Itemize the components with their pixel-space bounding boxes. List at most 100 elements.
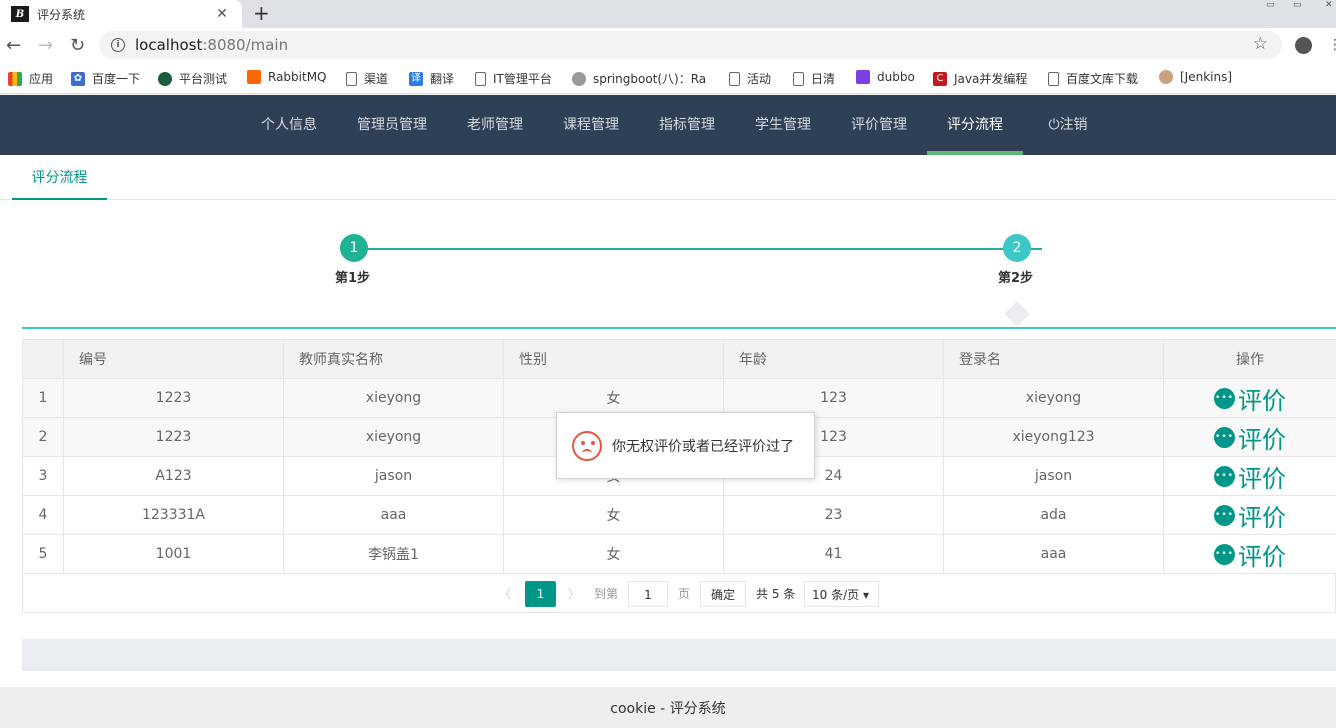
rabbitmq-icon: [247, 70, 261, 84]
evaluate-button[interactable]: ••• 评价: [1214, 537, 1286, 572]
bookmark-java-concurrency[interactable]: C Java并发编程: [933, 70, 1027, 87]
chat-bubble-icon: •••: [1214, 426, 1235, 448]
bookmark-jenkins[interactable]: [Jenkins]: [1159, 70, 1232, 84]
cell-login: xieyong123: [943, 417, 1164, 457]
prev-page-button[interactable]: 〈: [499, 581, 511, 607]
table-row: 5 1001 李锅盖1 女 41 aaa ••• 评价: [22, 534, 1336, 574]
bookmark-rabbitmq[interactable]: RabbitMQ: [247, 70, 327, 84]
bookmark-platform-test[interactable]: 平台测试: [158, 70, 227, 87]
nav-teacher-manage[interactable]: 老师管理: [447, 95, 543, 155]
cell-login: xieyong: [943, 378, 1164, 418]
confirm-button[interactable]: 确定: [700, 581, 747, 607]
step-1-label: 第1步: [335, 271, 371, 286]
table-header: 编号 教师真实名称 性别 年龄 登录名 操作: [22, 339, 1336, 379]
window-close-icon[interactable]: ✕: [1325, 0, 1333, 10]
cell-login: aaa: [943, 534, 1164, 574]
col-login: 登录名: [943, 339, 1164, 379]
translate-icon: 译: [409, 71, 423, 86]
forward-arrow-icon[interactable]: →: [38, 35, 53, 56]
bookmark-it-platform[interactable]: IT管理平台: [475, 70, 552, 87]
reload-icon[interactable]: ↻: [70, 35, 85, 56]
cell-login: jason: [943, 456, 1164, 496]
globe-icon: [158, 71, 172, 86]
new-tab-button[interactable]: +: [253, 1, 270, 25]
chat-bubble-icon: •••: [1214, 387, 1235, 409]
error-toast: 你无权评价或者已经评价过了: [556, 412, 815, 479]
cell-code: 1223: [63, 417, 284, 457]
step-2-dot[interactable]: 2: [1003, 234, 1031, 262]
nav-scoring-flow[interactable]: 评分流程: [927, 95, 1023, 155]
page-number-input[interactable]: 1: [628, 581, 668, 607]
close-icon[interactable]: ✕: [214, 6, 230, 22]
bookmark-translate[interactable]: 译翻译: [409, 70, 454, 87]
profile-avatar-icon[interactable]: [1295, 37, 1312, 54]
page-1-button[interactable]: 1: [525, 581, 556, 607]
col-age: 年龄: [723, 339, 944, 379]
browser-toolbar: ← → ↻ i localhost:8080/main ☆: [0, 28, 1336, 62]
csdn-icon: C: [933, 71, 947, 86]
col-gender: 性别: [503, 339, 724, 379]
globe-icon: [572, 71, 586, 86]
nav-logout[interactable]: ⏻注销: [1023, 95, 1113, 155]
nav-course-manage[interactable]: 课程管理: [543, 95, 639, 155]
goto-label: 到第: [594, 587, 619, 601]
url-host: localhost: [135, 36, 203, 54]
row-index: 3: [22, 456, 64, 496]
star-icon[interactable]: ☆: [1253, 34, 1268, 54]
footer: cookie - 评分系统: [0, 687, 1336, 728]
bookmark-baidu[interactable]: ✿ 百度一下: [71, 70, 140, 87]
minimize-icon[interactable]: ▭: [1266, 0, 1275, 10]
total-count: 共 5 条: [756, 587, 796, 601]
page-size-select[interactable]: 10 条/页 ▾: [804, 581, 879, 607]
nav-admin-manage[interactable]: 管理员管理: [343, 95, 441, 155]
cell-action: ••• 评价: [1163, 417, 1336, 457]
evaluate-button[interactable]: ••• 评价: [1214, 498, 1286, 533]
bookmark-daily[interactable]: 日清: [793, 70, 835, 87]
cell-action: ••• 评价: [1163, 534, 1336, 574]
cell-gender: 女: [503, 534, 724, 574]
row-index: 1: [22, 378, 64, 418]
bookmark-channel[interactable]: 渠道: [346, 70, 388, 87]
bookmarks-bar: 应用 ✿ 百度一下 平台测试 RabbitMQ 渠道 译翻译 IT管理平台 spr…: [0, 62, 1336, 94]
page-icon: [475, 71, 486, 86]
page-tabs: 评分流程: [0, 155, 1336, 200]
page-icon: [729, 71, 740, 86]
next-page-button[interactable]: 〉: [568, 581, 580, 607]
restore-icon[interactable]: ▭: [1293, 0, 1302, 10]
tab-scoring-flow[interactable]: 评分流程: [12, 155, 107, 200]
chat-bubble-icon: •••: [1214, 504, 1235, 526]
row-index: 2: [22, 417, 64, 457]
nav-personal-info[interactable]: 个人信息: [241, 95, 337, 155]
steps-divider: [22, 327, 1336, 329]
tab-title: 评分系统: [37, 7, 86, 22]
more-icon[interactable]: ⋮: [1328, 37, 1336, 53]
row-index: 4: [22, 495, 64, 535]
back-arrow-icon[interactable]: ←: [6, 35, 21, 56]
bookmark-apps[interactable]: 应用: [8, 70, 53, 87]
evaluate-button[interactable]: ••• 评价: [1214, 459, 1286, 494]
bookmark-dubbo[interactable]: dubbo: [856, 70, 915, 84]
info-icon[interactable]: i: [111, 38, 125, 52]
page-unit-label: 页: [678, 587, 691, 601]
cell-name: xieyong: [283, 417, 504, 457]
bookmark-wenku[interactable]: 百度文库下载: [1048, 70, 1138, 87]
row-index: 5: [22, 534, 64, 574]
nav-indicator-manage[interactable]: 指标管理: [639, 95, 735, 155]
page-icon: [793, 71, 804, 86]
bottom-bar: [22, 639, 1336, 671]
step-1-dot[interactable]: 1: [340, 234, 368, 262]
cell-name: jason: [283, 456, 504, 496]
power-icon: ⏻: [1048, 117, 1060, 133]
step-2-label: 第2步: [998, 271, 1034, 286]
evaluate-button[interactable]: ••• 评价: [1214, 420, 1286, 455]
table-row: 4 123331A aaa 女 23 ada ••• 评价: [22, 495, 1336, 535]
jenkins-icon: [1159, 70, 1173, 84]
browser-tab[interactable]: B 评分系统 ✕: [0, 0, 242, 28]
address-bar[interactable]: i localhost:8080/main ☆: [99, 31, 1282, 59]
evaluate-button[interactable]: ••• 评价: [1214, 381, 1286, 416]
cell-code: 1001: [63, 534, 284, 574]
nav-evaluation-manage[interactable]: 评价管理: [831, 95, 927, 155]
bookmark-activity[interactable]: 活动: [729, 70, 771, 87]
nav-student-manage[interactable]: 学生管理: [735, 95, 831, 155]
bookmark-springboot[interactable]: springboot(八)：Ra: [572, 70, 706, 87]
